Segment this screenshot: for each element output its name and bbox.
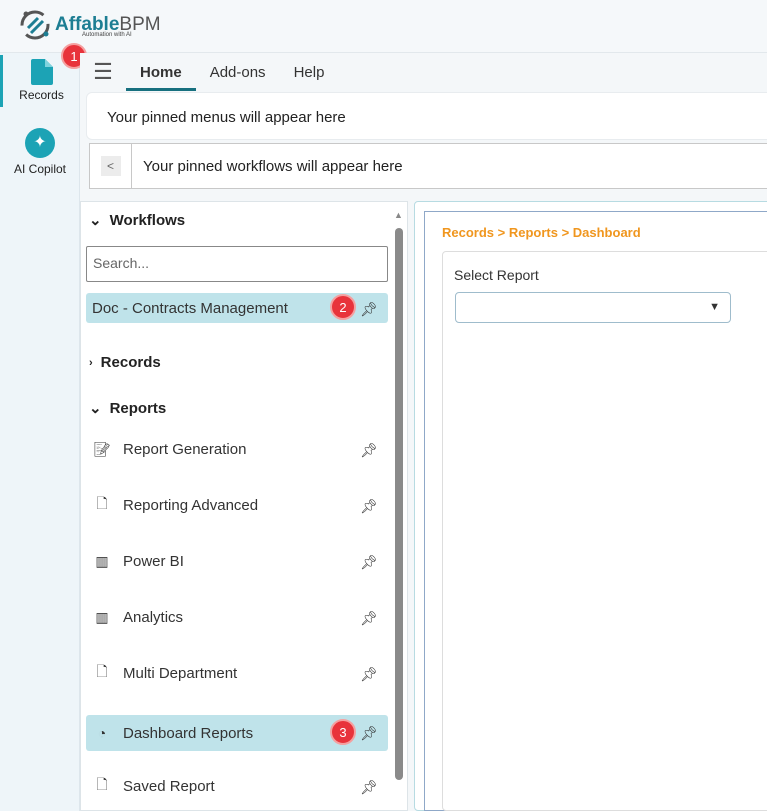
gauge-icon: ◔ bbox=[97, 725, 107, 741]
section-reports[interactable]: ⌄ Reports bbox=[89, 399, 167, 418]
item-label: Analytics bbox=[123, 608, 184, 626]
section-records[interactable]: › Records bbox=[89, 354, 161, 371]
tab-add-ons[interactable]: Add-ons bbox=[196, 64, 280, 91]
report-item-multi-department[interactable]: 🗋 Multi Department 📌︎ bbox=[86, 658, 388, 688]
pin-icon[interactable]: 📌︎ bbox=[360, 442, 378, 459]
sparkle-icon: ✦ bbox=[25, 128, 55, 158]
step-badge-3: 3 bbox=[330, 719, 356, 745]
pin-icon[interactable]: 📌︎ bbox=[360, 301, 378, 318]
document-icon: 🗋 bbox=[96, 663, 108, 679]
hamburger-menu-icon[interactable]: ☰ bbox=[80, 53, 126, 91]
pinned-workflows-text: Your pinned workflows will appear here bbox=[143, 157, 403, 175]
item-label: Multi Department bbox=[123, 664, 238, 682]
logo-icon bbox=[20, 10, 50, 40]
item-label: Saved Report bbox=[123, 777, 215, 795]
scrollbar-thumb[interactable] bbox=[395, 228, 403, 780]
rail-label: Records bbox=[19, 88, 64, 102]
item-label: Doc - Contracts Management bbox=[92, 299, 288, 317]
report-item-power-bi[interactable]: ▥ Power BI 📌︎ bbox=[86, 546, 388, 576]
pin-icon[interactable]: 📌︎ bbox=[360, 554, 378, 571]
pinned-menus: Your pinned menus will appear here bbox=[86, 92, 767, 140]
navigation-panel: ⌄ Workflows Search... Doc - Contracts Man… bbox=[80, 201, 408, 811]
section-title: Reports bbox=[109, 399, 167, 417]
workflow-item[interactable]: Doc - Contracts Management 2 📌︎ bbox=[86, 293, 388, 323]
section-title: Workflows bbox=[109, 211, 186, 229]
report-item-report-generation[interactable]: 📝︎ Report Generation 📌︎ bbox=[86, 434, 388, 464]
tab-home[interactable]: Home bbox=[126, 64, 196, 91]
rail-label: AI Copilot bbox=[13, 162, 67, 176]
chevron-down-icon: ⌄ bbox=[89, 400, 102, 417]
chevron-left-icon: < bbox=[100, 156, 121, 176]
select-report-dropdown[interactable]: ▼ bbox=[455, 292, 731, 323]
breadcrumb: Records > Reports > Dashboard bbox=[442, 225, 641, 240]
report-item-analytics[interactable]: ▥ Analytics 📌︎ bbox=[86, 602, 388, 632]
pin-icon[interactable]: 📌︎ bbox=[360, 779, 378, 796]
scroll-left-button[interactable]: < bbox=[90, 144, 132, 188]
item-label: Reporting Advanced bbox=[123, 496, 259, 514]
section-workflows[interactable]: ⌄ Workflows bbox=[89, 211, 186, 230]
report-item-reporting-advanced[interactable]: 🗋 Reporting Advanced 📌︎ bbox=[86, 490, 388, 520]
pin-icon[interactable]: 📌︎ bbox=[360, 610, 378, 627]
item-label: Power BI bbox=[123, 552, 184, 570]
report-card bbox=[442, 251, 767, 811]
chevron-right-icon: › bbox=[89, 356, 93, 369]
pin-icon[interactable]: 📌︎ bbox=[360, 666, 378, 683]
pin-icon[interactable]: 📌︎ bbox=[360, 498, 378, 515]
pin-icon[interactable]: 📌︎ bbox=[360, 725, 378, 742]
report-edit-icon: 📝︎ bbox=[93, 440, 111, 457]
chevron-down-icon: ⌄ bbox=[89, 212, 102, 229]
tab-bar: ☰ Home Add-ons Help bbox=[80, 53, 767, 91]
report-item-dashboard-reports[interactable]: ◔ Dashboard Reports 3 📌︎ bbox=[86, 715, 388, 751]
dropdown-arrow-icon: ▼ bbox=[709, 301, 720, 313]
logo-subtitle: Automation with AI bbox=[82, 32, 132, 38]
document-globe-icon: 🗋 bbox=[96, 495, 108, 511]
rail-item-ai-copilot[interactable]: ✦ AI Copilot bbox=[0, 128, 80, 176]
scroll-up-arrow[interactable]: ▲ bbox=[394, 210, 403, 220]
select-report-label: Select Report bbox=[454, 267, 539, 283]
select-value bbox=[456, 293, 730, 307]
search-input[interactable]: Search... bbox=[86, 246, 388, 282]
section-title: Records bbox=[100, 354, 161, 371]
logo: AffableBPM Automation with AI bbox=[18, 8, 161, 42]
report-item-saved-report[interactable]: 🗋 Saved Report 📌︎ bbox=[86, 771, 388, 801]
step-badge-2: 2 bbox=[330, 294, 356, 320]
document-icon bbox=[30, 59, 53, 85]
item-label: Dashboard Reports bbox=[123, 724, 254, 742]
bar-chart-icon: ▥ bbox=[95, 552, 109, 569]
left-rail bbox=[0, 0, 80, 811]
save-document-icon: 🗋 bbox=[96, 776, 108, 792]
item-label: Report Generation bbox=[123, 440, 247, 458]
bar-chart-icon: ▥ bbox=[95, 608, 109, 625]
pinned-workflows-bar: < Your pinned workflows will appear here bbox=[89, 143, 767, 189]
tab-help[interactable]: Help bbox=[280, 64, 339, 91]
